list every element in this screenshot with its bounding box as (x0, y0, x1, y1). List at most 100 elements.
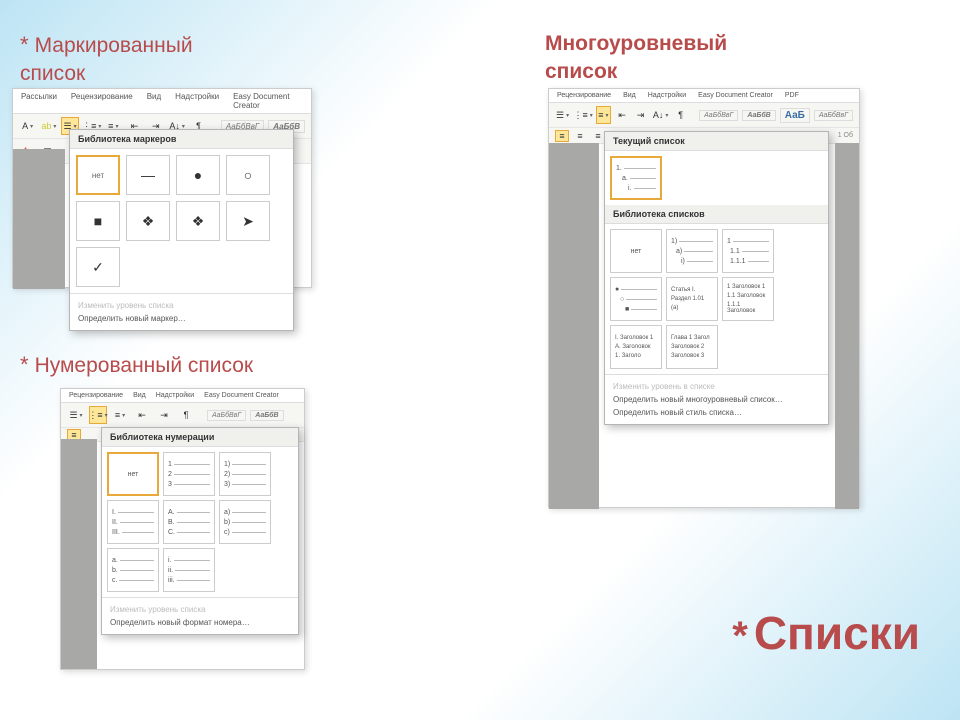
numbering-grid: нет 123 1)2)3) I.II.III. A.B.C. a)b)c) a… (102, 447, 298, 597)
bullet-option[interactable]: ➤ (226, 201, 270, 241)
tab[interactable]: Рецензирование (557, 92, 611, 99)
bullet-option[interactable]: ✓ (76, 247, 120, 287)
current-list-title: Текущий список (605, 132, 828, 151)
tab[interactable]: Вид (623, 92, 636, 99)
bullet-option[interactable]: ○ (226, 155, 270, 195)
indent-inc-icon[interactable]: ⇥ (155, 406, 173, 424)
define-new-ml-item[interactable]: Определить новый многоуровневый список… (613, 393, 820, 406)
style-sub-label: 1 Об (838, 132, 853, 139)
tab[interactable]: PDF (785, 92, 799, 99)
dropdown-footer: Изменить уровень списка Определить новый… (70, 293, 293, 330)
style-preview[interactable]: АаБбВвГ (814, 110, 853, 121)
tab[interactable]: Вид (133, 392, 146, 399)
number-option[interactable]: I.II.III. (107, 500, 159, 544)
number-option[interactable]: 123 (163, 452, 215, 496)
tab[interactable]: Easy Document Creator (204, 392, 279, 399)
number-option-none[interactable]: нет (107, 452, 159, 496)
ml-option[interactable]: Статья I.Раздел 1.01(a) (666, 277, 718, 321)
font-color-icon[interactable]: A (19, 117, 36, 135)
multilevel-button[interactable]: ≡ (596, 106, 611, 124)
ribbon-toolbar: ☰ ⋮≡ ≡ ⇤ ⇥ A↓ ¶ АаБбВвГ АаБбВ АаБ АаБбВв… (549, 103, 859, 128)
bullet-option[interactable]: ❖ (176, 201, 220, 241)
ml-option-current[interactable]: 1. a. i. (610, 156, 662, 200)
ribbon-tabs: Рецензирование Вид Надстройки Easy Docum… (61, 389, 304, 403)
number-option[interactable]: i.ii.iii. (163, 548, 215, 592)
bullet-option-none[interactable]: нет (76, 155, 120, 195)
bullet-option[interactable]: ● (176, 155, 220, 195)
dropdown-footer: Изменить уровень в списке Определить нов… (605, 374, 828, 424)
ribbon-tabs: Рассылки Рецензирование Вид Надстройки E… (13, 89, 311, 114)
style-preview[interactable]: АаБ (780, 108, 810, 123)
ribbon-toolbar: ☰ ⋮≡ ≡ ⇤ ⇥ ¶ АаБбВвГ АаБбВ (61, 403, 304, 428)
define-new-item[interactable]: Определить новый формат номера… (110, 616, 290, 629)
style-preview[interactable]: АаБбВ (742, 110, 775, 121)
tab[interactable]: Надстройки (648, 92, 686, 99)
number-option[interactable]: A.B.C. (163, 500, 215, 544)
bulleted-title: Маркированный список (20, 34, 193, 85)
tab[interactable]: Вид (147, 92, 161, 110)
number-option[interactable]: a)b)c) (219, 500, 271, 544)
ml-option[interactable]: 1 Заголовок 11.1 Заголовок1.1.1 Заголово… (722, 277, 774, 321)
bullet-option[interactable]: ❖ (126, 201, 170, 241)
tab[interactable]: Надстройки (175, 92, 219, 110)
align-right-icon[interactable]: ≡ (591, 130, 605, 142)
define-new-item[interactable]: Определить новый маркер… (78, 312, 285, 325)
multilevel-dropdown: Текущий список 1. a. i. Библиотека списк… (604, 131, 829, 425)
number-option[interactable]: a.b.c. (107, 548, 159, 592)
asterisk-icon: * (20, 32, 29, 57)
ml-option[interactable]: 1)a)i) (666, 229, 718, 273)
tab[interactable]: Рассылки (21, 92, 57, 110)
pilcrow-icon[interactable]: ¶ (177, 406, 195, 424)
indent-inc-icon[interactable]: ⇥ (633, 106, 648, 124)
bullets-button[interactable]: ☰ (67, 406, 85, 424)
library-title: Библиотека маркеров (70, 130, 293, 149)
multilevel-button[interactable]: ≡ (111, 406, 129, 424)
none-label: нет (128, 471, 139, 478)
library-title: Библиотека списков (605, 205, 828, 224)
change-level-item: Изменить уровень списка (110, 603, 290, 616)
ml-option[interactable]: I. Заголовок 1A. Заголовок1. Заголо (610, 325, 662, 369)
indent-dec-icon[interactable]: ⇤ (133, 406, 151, 424)
tab[interactable]: Easy Document Creator (698, 92, 773, 99)
indent-dec-icon[interactable]: ⇤ (615, 106, 630, 124)
sort-icon[interactable]: A↓ (652, 106, 670, 124)
highlight-icon[interactable]: ab (40, 117, 57, 135)
change-level-item: Изменить уровень списка (78, 299, 285, 312)
bullets-button[interactable]: ☰ (555, 106, 570, 124)
bullet-option[interactable]: — (126, 155, 170, 195)
numbering-dropdown: Библиотека нумерации нет 123 1)2)3) I.II… (101, 427, 299, 635)
multilevel-title: Многоуровневый список (545, 32, 727, 83)
style-preview[interactable]: АаБбВвГ (207, 410, 246, 421)
bullet-option[interactable]: ■ (76, 201, 120, 241)
ml-option[interactable]: 11.11.1.1 (722, 229, 774, 273)
tab[interactable]: Надстройки (156, 392, 194, 399)
style-preview[interactable]: АаБбВ (250, 410, 283, 421)
bullet-grid: нет — ● ○ ■ ❖ ❖ ➤ ✓ (70, 149, 293, 293)
screenshot-multilevel: Рецензирование Вид Надстройки Easy Docum… (548, 88, 860, 508)
align-left-icon[interactable]: ≡ (555, 130, 569, 142)
ml-option[interactable]: ●○■ (610, 277, 662, 321)
main-title: Списки (754, 607, 920, 659)
none-label: нет (631, 248, 642, 255)
current-list: 1. a. i. (605, 151, 828, 205)
numbering-button[interactable]: ⋮≡ (574, 106, 592, 124)
screenshot-bulleted: Рассылки Рецензирование Вид Надстройки E… (12, 88, 312, 288)
library-title: Библиотека нумерации (102, 428, 298, 447)
screenshot-numbered: Рецензирование Вид Надстройки Easy Docum… (60, 388, 305, 670)
bullets-dropdown: Библиотека маркеров нет — ● ○ ■ ❖ ❖ ➤ ✓ … (69, 129, 294, 331)
tab[interactable]: Рецензирование (71, 92, 133, 110)
numbered-title: Нумерованный список (35, 354, 254, 377)
define-new-style-item[interactable]: Определить новый стиль списка… (613, 406, 820, 419)
ribbon-tabs: Рецензирование Вид Надстройки Easy Docum… (549, 89, 859, 103)
numbering-button[interactable]: ⋮≡ (89, 406, 107, 424)
ml-option-none[interactable]: нет (610, 229, 662, 273)
style-preview[interactable]: АаБбВвГ (699, 110, 738, 121)
ml-option[interactable]: Глава 1 ЗаголЗаголовок 2Заголовок 3 (666, 325, 718, 369)
asterisk-icon: * (732, 614, 748, 658)
number-option[interactable]: 1)2)3) (219, 452, 271, 496)
ml-grid: нет 1)a)i) 11.11.1.1 ●○■ Статья I.Раздел… (605, 224, 828, 374)
tab[interactable]: Рецензирование (69, 392, 123, 399)
align-center-icon[interactable]: ≡ (573, 130, 587, 142)
tab[interactable]: Easy Document Creator (233, 92, 303, 110)
pilcrow-icon[interactable]: ¶ (673, 106, 688, 124)
